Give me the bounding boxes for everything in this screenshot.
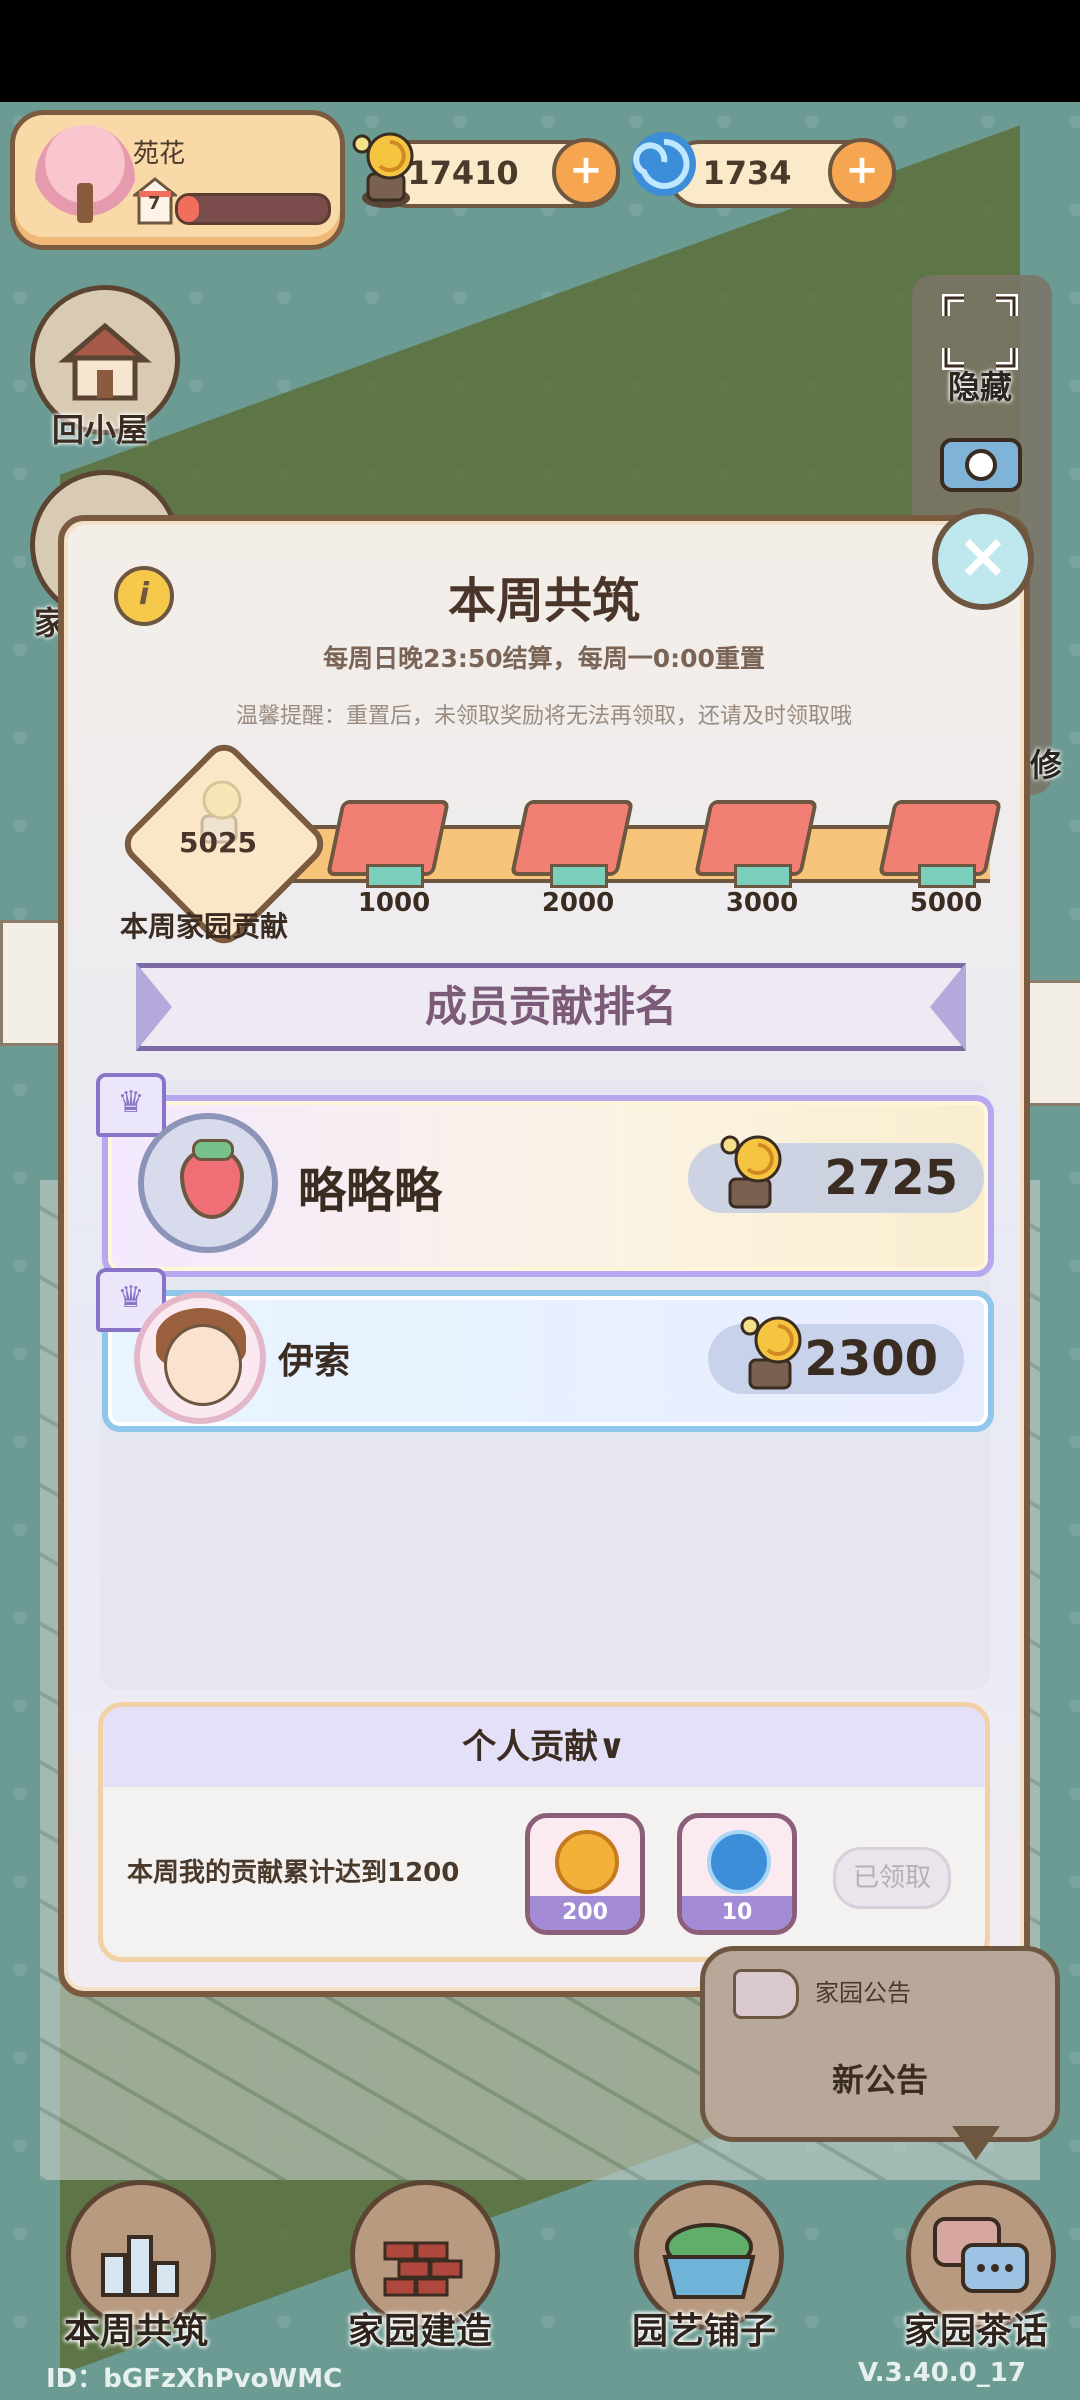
player-level: 7 [148,193,161,214]
girl-avatar[interactable] [134,1292,266,1424]
player-id: ID：bGFzXhPvoWMC [46,2364,343,2394]
milestone-gift-1[interactable] [325,800,451,890]
announcement-bubble[interactable]: 家园公告 新公告 [700,1946,1060,2142]
megaphone-icon [733,1969,799,2019]
camera-icon[interactable] [936,426,1026,496]
player-name: 苑花 [133,139,186,169]
snail-coin-icon [740,1316,802,1390]
weekly-contribution-value: 5025 [179,826,257,859]
snail-coin-icon [352,132,414,208]
gold-coin-icon [555,1830,619,1894]
personal-contribution-toggle[interactable]: 个人贡献∨ [103,1707,985,1787]
milestone-value-4: 5000 [909,888,983,918]
reward-qty: 10 [682,1896,792,1930]
player-card[interactable]: 苑花 7 [10,110,345,250]
blue-swirl-icon [632,132,696,196]
xp-bar-fill [178,196,199,222]
add-swirl-button[interactable]: + [828,138,896,206]
player-avatar [35,125,135,235]
crown-icon: ♛ [96,1073,166,1137]
milestone-gift-2[interactable] [509,800,635,890]
reward-blue-swirl[interactable]: 10 [677,1813,797,1935]
announcement-text: 新公告 [831,2061,928,2099]
nav-weekly-build-label: 本周共筑 [63,2311,208,2352]
version-label: V.3.40.0_17 [858,2358,1026,2388]
nav-garden-shop-label: 园艺铺子 [631,2311,776,2352]
weekly-contribution-badge: 5025 [116,736,332,952]
milestone-value-1: 1000 [357,888,431,918]
strawberry-avatar[interactable] [138,1113,278,1253]
reminder-text: 温馨提醒：重置后，未领取奖励将无法再领取，还请及时领取哦 [235,704,852,729]
milestone-gift-4[interactable] [877,800,1003,890]
snail-coin-icon [720,1135,782,1209]
nav-tea-chat-label: 家园茶话 [903,2311,1048,2352]
member-row-1[interactable]: ♛ 略略略 2725 [96,1073,994,1277]
fence-left [0,920,66,1046]
schedule-text: 每周日晚23:50结算，每周一0:00重置 [323,644,765,673]
status-bar [0,0,1080,102]
reward-qty: 200 [530,1896,640,1930]
claimed-button[interactable]: 已领取 [833,1847,951,1909]
close-button[interactable]: × [932,508,1034,610]
reward-gold-coin[interactable]: 200 [525,1813,645,1935]
member-name: 略略略 [298,1163,443,1219]
announcement-label: 家园公告 [815,1979,911,2007]
modal-title: 本周共筑 [447,573,640,629]
milestone-value-3: 3000 [725,888,799,918]
add-snail-coin-button[interactable]: + [552,138,620,206]
blue-swirl-icon [707,1830,771,1894]
return-home-label: 回小屋 [52,411,149,449]
announcement-tail [952,2126,1000,2160]
milestone-value-2: 2000 [541,888,615,918]
personal-contribution-panel: 个人贡献∨ 本周我的贡献累计达到1200 200 10 已领取 [98,1702,990,1962]
xp-bar [175,193,331,225]
repair-label[interactable]: 修 [1030,740,1062,786]
swirl-counter: 1734 + [668,138,896,208]
ranking-title: 成员贡献排名 [136,963,966,1051]
weekly-contribution-label: 本周家园贡献 [120,910,289,943]
member-row-2[interactable]: ♛ 伊索 2300 [96,1268,994,1432]
hide-label[interactable]: 隐藏 [948,362,1012,408]
milestone-gift-3[interactable] [693,800,819,890]
hide-icon[interactable] [940,292,1020,372]
member-name: 伊索 [278,1341,351,1382]
nav-home-build-label: 家园建造 [347,2311,492,2352]
personal-goal-text: 本周我的贡献累计达到1200 [127,1858,460,1888]
